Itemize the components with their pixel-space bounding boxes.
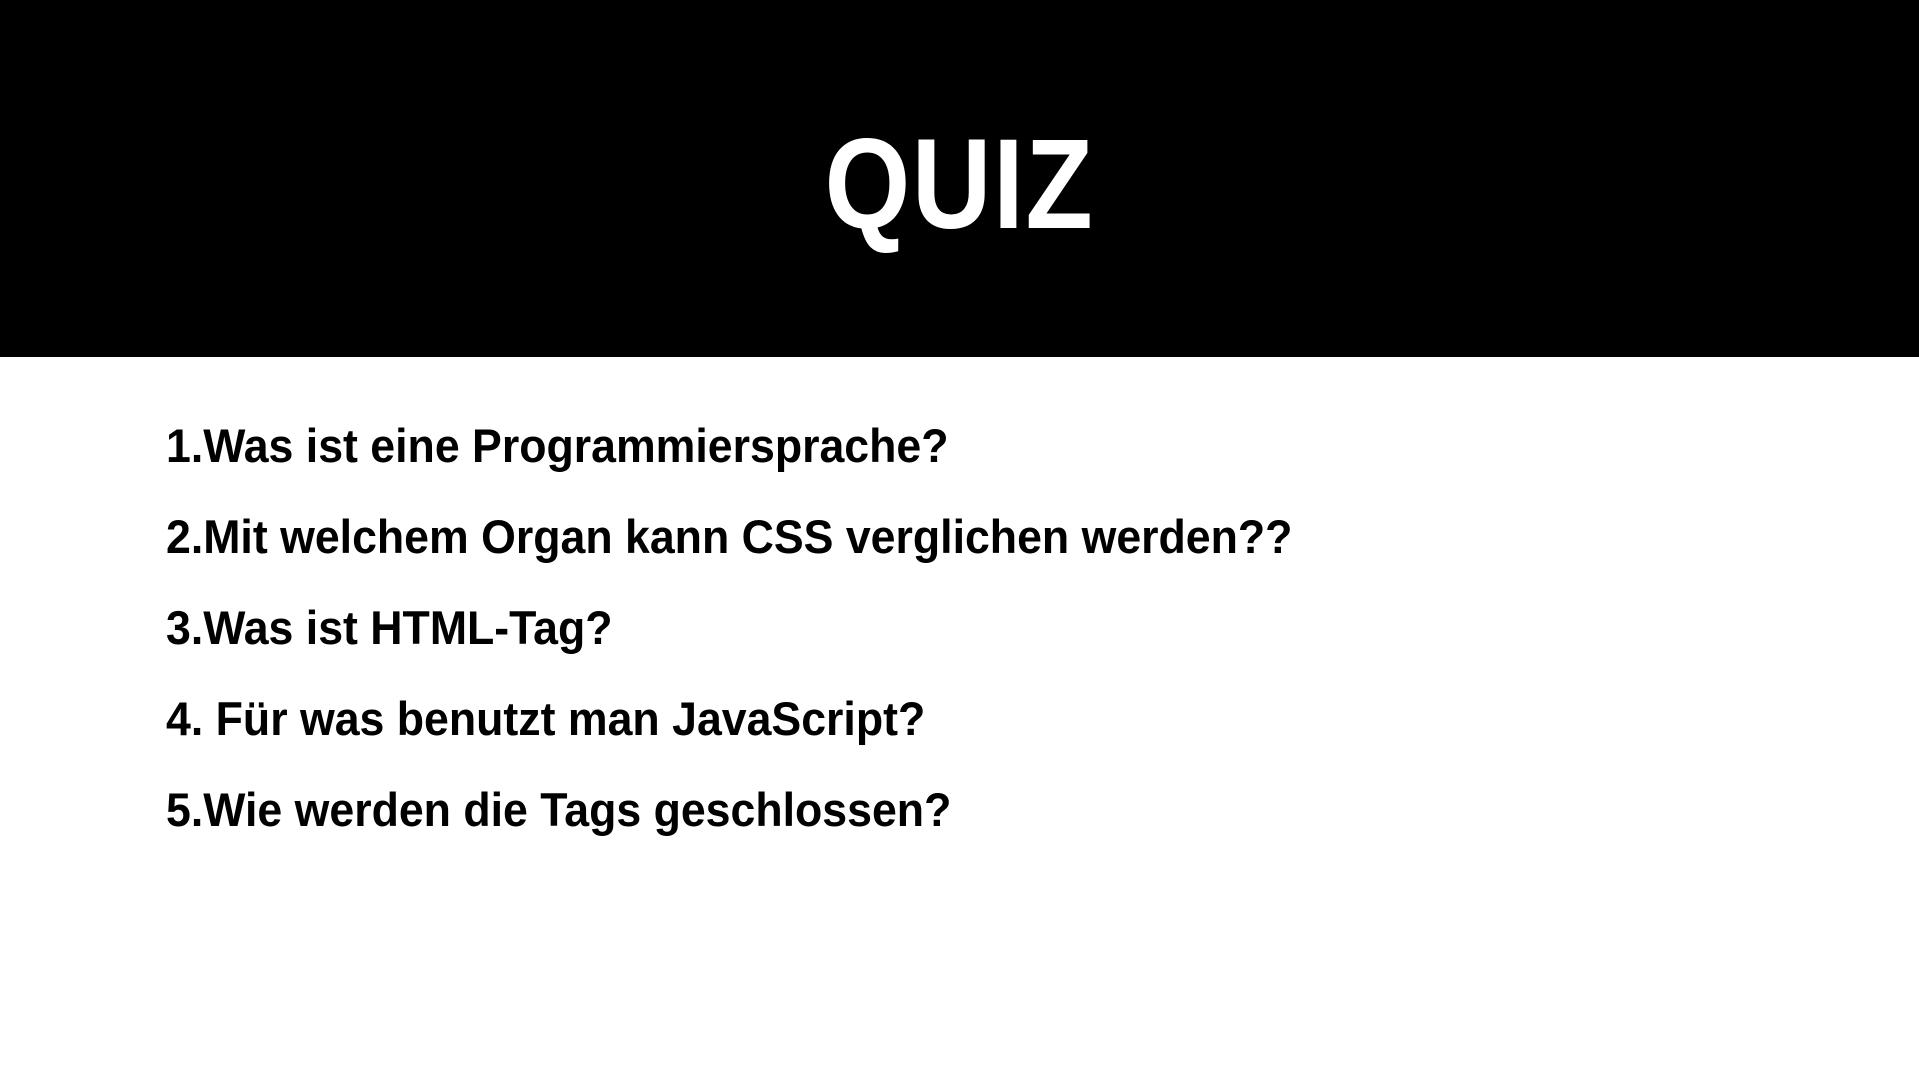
- question-item-4: 4. Für was benutzt man JavaScript?: [166, 692, 926, 745]
- title-band: QUIZ: [0, 0, 1919, 357]
- question-list: 1.Was ist eine Programmiersprache? 2.Mit…: [166, 411, 1352, 866]
- slide-title: QUIZ: [824, 113, 1095, 256]
- question-item-2: 2.Mit welchem Organ kann CSS verglichen …: [166, 510, 1293, 563]
- question-item-5: 5.Wie werden die Tags geschlossen?: [166, 783, 952, 836]
- question-item-1: 1.Was ist eine Programmiersprache?: [166, 419, 949, 472]
- question-item-3: 3.Was ist HTML-Tag?: [166, 601, 613, 654]
